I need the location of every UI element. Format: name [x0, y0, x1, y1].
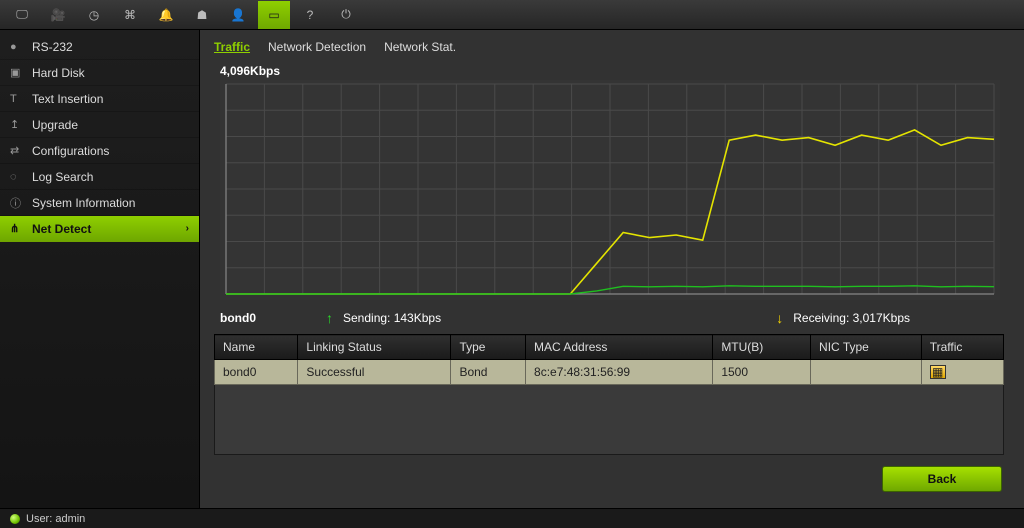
- tab-network-stat-[interactable]: Network Stat.: [384, 40, 456, 56]
- content-pane: Traffic Network Detection Network Stat. 4,…: [200, 30, 1024, 508]
- sidebar: ● RS-232 ▣ Hard Disk T Text Insertion ↥ Upgrade…: [0, 30, 200, 508]
- table-empty-area: [214, 385, 1004, 455]
- chart-legend: bond0 ↑ Sending: 143Kbps ↓ Receiving: 3,…: [220, 310, 1000, 326]
- cell-status: Successful: [298, 360, 451, 385]
- sidebar-item-label: Configurations: [32, 144, 109, 158]
- toolbar-person-icon[interactable]: 👤: [222, 1, 254, 29]
- sidebar-icon: ↥: [10, 118, 26, 131]
- sidebar-icon: ◌: [10, 171, 26, 183]
- toolbar-camera-icon[interactable]: 🎥: [42, 1, 74, 29]
- tab-network-detection[interactable]: Network Detection: [268, 40, 366, 56]
- cell-traffic[interactable]: ▦: [921, 360, 1003, 385]
- tab-strip: Traffic Network Detection Network Stat.: [214, 40, 1010, 56]
- col-type[interactable]: Type: [451, 335, 526, 360]
- y-axis-max-label: 4,096Kbps: [220, 64, 1010, 78]
- status-bar: User: admin: [0, 508, 1024, 528]
- cell-mtu: 1500: [713, 360, 811, 385]
- col-traffic[interactable]: Traffic: [921, 335, 1003, 360]
- traffic-chart: [220, 80, 1000, 300]
- col-nic-type[interactable]: NIC Type: [811, 335, 922, 360]
- col-mtu-b-[interactable]: MTU(B): [713, 335, 811, 360]
- toolbar-power-icon[interactable]: ⏻: [330, 1, 362, 29]
- toolbar-bell-icon[interactable]: 🔔: [150, 1, 182, 29]
- sidebar-icon: ▣: [10, 66, 26, 79]
- toolbar-network-icon[interactable]: ⌘: [114, 1, 146, 29]
- toolbar-monitor-icon[interactable]: 🖵: [6, 1, 38, 29]
- sidebar-item-configurations[interactable]: ⇄ Configurations: [0, 138, 199, 164]
- sidebar-item-rs-232[interactable]: ● RS-232: [0, 34, 199, 60]
- toolbar-help-icon[interactable]: ?: [294, 1, 326, 29]
- toolbar-user-shield-icon[interactable]: ☗: [186, 1, 218, 29]
- table-row[interactable]: bond0SuccessfulBond8c:e7:48:31:56:991500…: [215, 360, 1004, 385]
- sidebar-icon: ●: [10, 41, 26, 53]
- sidebar-item-label: Text Insertion: [32, 92, 103, 106]
- interface-name: bond0: [220, 311, 256, 325]
- col-name[interactable]: Name: [215, 335, 298, 360]
- toolbar-battery-icon[interactable]: ▭: [258, 1, 290, 29]
- sidebar-item-net-detect[interactable]: ⋔ Net Detect ›: [0, 216, 199, 242]
- sidebar-item-label: RS-232: [32, 40, 73, 54]
- sidebar-icon: ⓘ: [10, 195, 26, 211]
- sidebar-item-upgrade[interactable]: ↥ Upgrade: [0, 112, 199, 138]
- status-dot-icon: [10, 514, 20, 524]
- chevron-right-icon: ›: [186, 223, 189, 234]
- receiving-label: Receiving: 3,017Kbps: [793, 311, 910, 325]
- arrow-down-icon: ↓: [776, 310, 783, 326]
- sidebar-item-label: Net Detect: [32, 222, 91, 236]
- cell-type: Bond: [451, 360, 526, 385]
- cell-mac: 8c:e7:48:31:56:99: [526, 360, 713, 385]
- col-mac-address[interactable]: MAC Address: [526, 335, 713, 360]
- sidebar-item-text-insertion[interactable]: T Text Insertion: [0, 86, 199, 112]
- sidebar-item-label: Log Search: [32, 170, 93, 184]
- tab-traffic[interactable]: Traffic: [214, 40, 250, 56]
- back-button[interactable]: Back: [882, 466, 1002, 492]
- sidebar-icon: ⇄: [10, 144, 26, 157]
- sidebar-item-label: System Information: [32, 196, 135, 210]
- top-toolbar: 🖵🎥◷⌘🔔☗👤▭?⏻: [0, 0, 1024, 30]
- sidebar-item-system-information[interactable]: ⓘ System Information: [0, 190, 199, 216]
- cell-nic: [811, 360, 922, 385]
- arrow-up-icon: ↑: [326, 310, 333, 326]
- sidebar-item-label: Upgrade: [32, 118, 78, 132]
- sending-label: Sending: 143Kbps: [343, 311, 441, 325]
- col-linking-status[interactable]: Linking Status: [298, 335, 451, 360]
- sidebar-item-hard-disk[interactable]: ▣ Hard Disk: [0, 60, 199, 86]
- sidebar-icon: ⋔: [10, 222, 26, 235]
- toolbar-clock-icon[interactable]: ◷: [78, 1, 110, 29]
- sidebar-item-label: Hard Disk: [32, 66, 85, 80]
- traffic-icon[interactable]: ▦: [930, 365, 946, 379]
- sidebar-item-log-search[interactable]: ◌ Log Search: [0, 164, 199, 190]
- sidebar-icon: T: [10, 93, 26, 105]
- cell-name: bond0: [215, 360, 298, 385]
- nic-table: NameLinking StatusTypeMAC AddressMTU(B)N…: [214, 334, 1004, 455]
- status-user: User: admin: [26, 513, 85, 525]
